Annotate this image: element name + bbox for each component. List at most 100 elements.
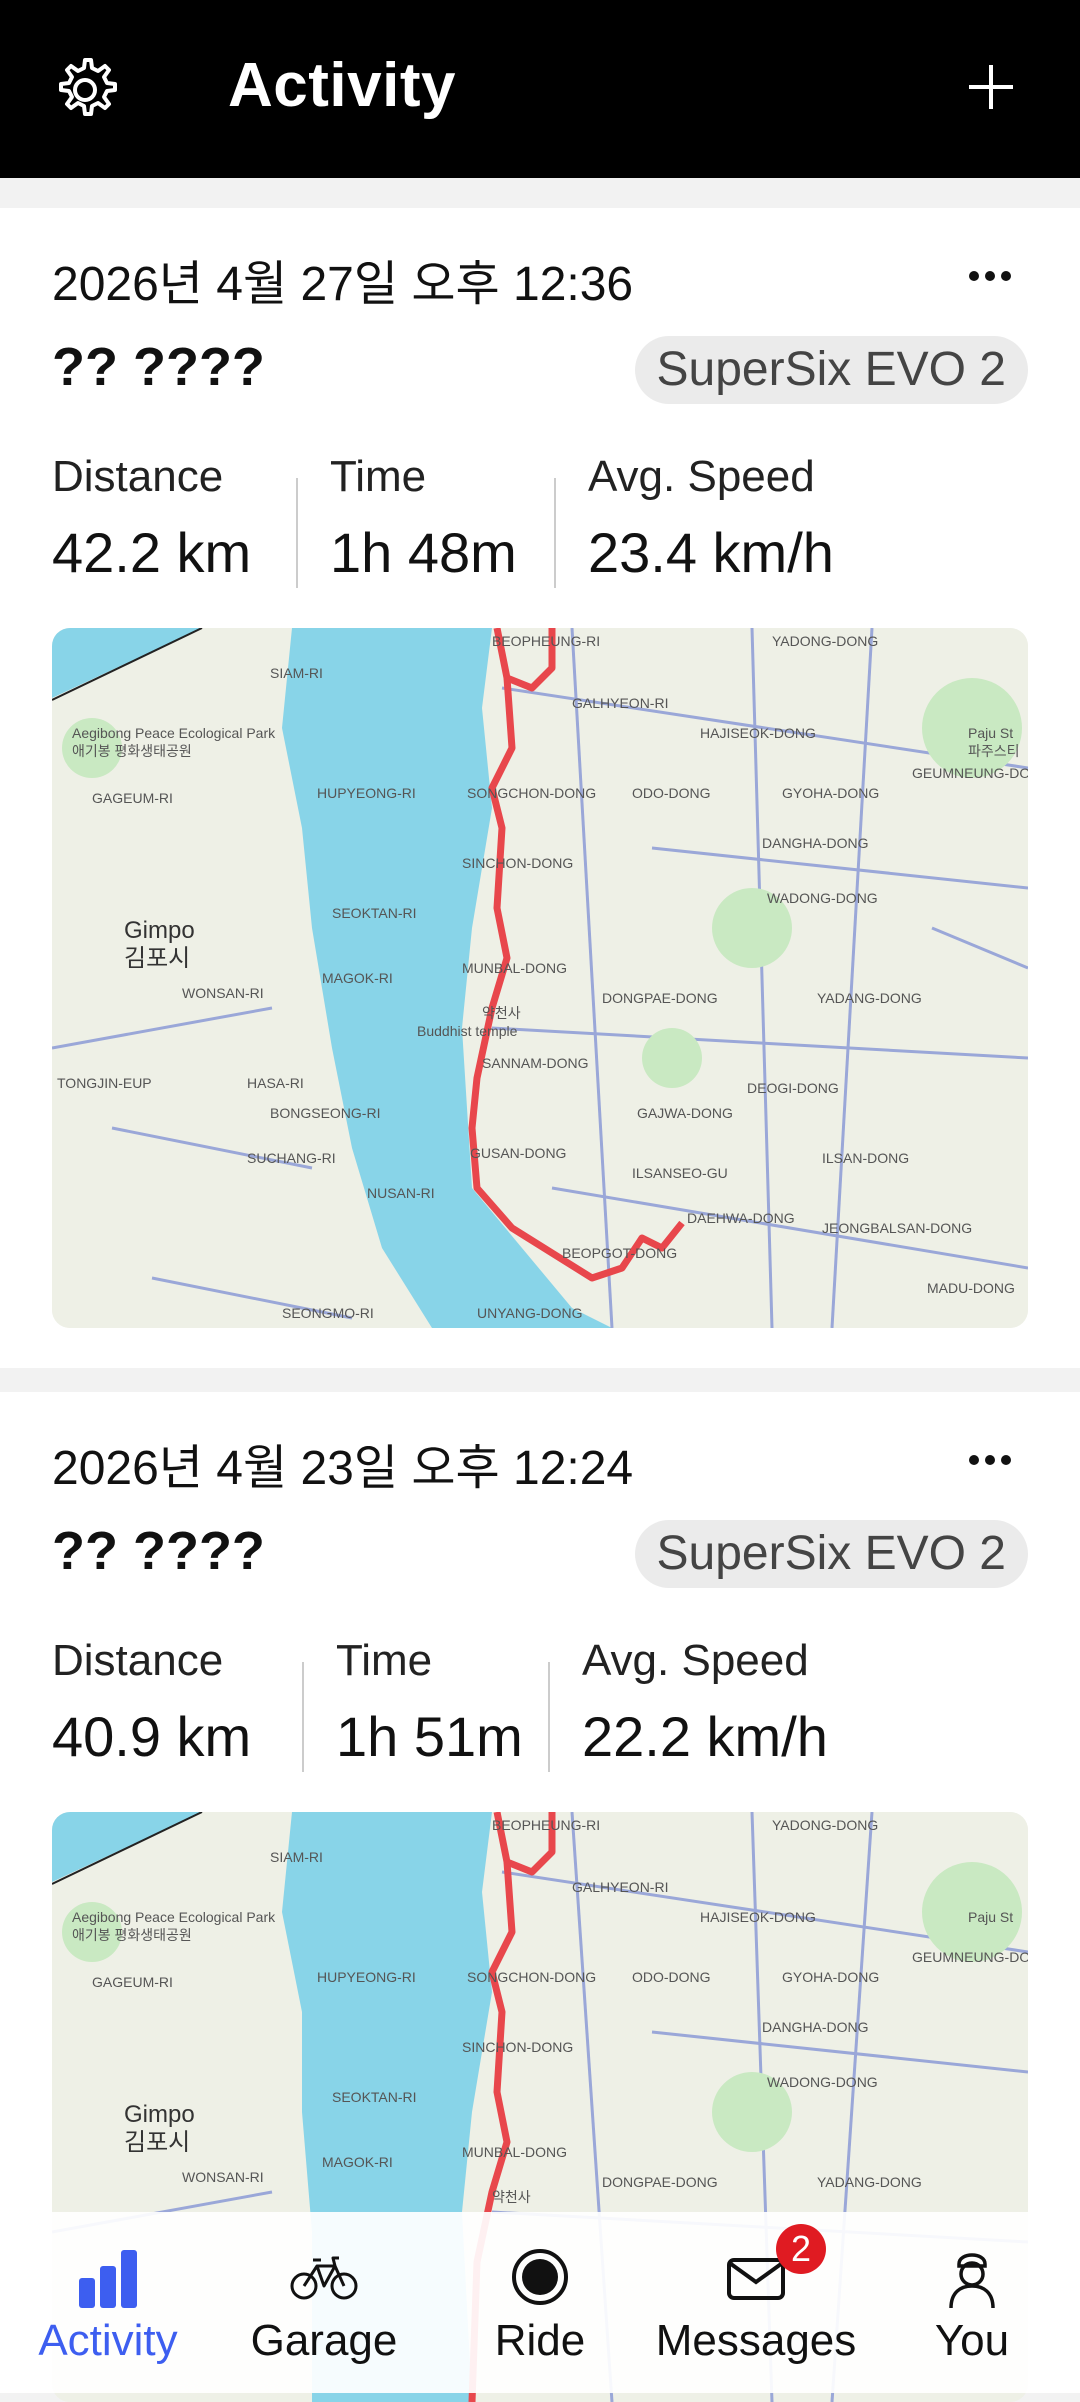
tab-activity[interactable]: Activity [0, 2212, 216, 2393]
tab-ride[interactable]: Ride [432, 2212, 648, 2393]
distance-stat: Distance 42.2 km [52, 452, 251, 585]
stat-divider [302, 1662, 304, 1772]
activity-date: 2026년 4월 23일 오후 12:24 [52, 1442, 634, 1495]
stat-divider [548, 1662, 550, 1772]
more-options-icon[interactable] [968, 270, 1012, 282]
stat-label: Distance [52, 1636, 224, 1685]
map-label-gyoha: GYOHA-DONG [782, 1969, 879, 1985]
stat-value: 23.4 km/h [588, 521, 834, 584]
avg-speed-stat: Avg. Speed 22.2 km/h [582, 1636, 828, 1769]
map-label-tongjin: TONGJIN-EUP [57, 1075, 152, 1091]
map-label-yadong: YADONG-DONG [772, 1817, 878, 1833]
map-label-geumneung: GEUMNEUNG-DONG [912, 1949, 1028, 1965]
route-map[interactable]: Aegibong Peace Ecological Park 애기봉 평화생태공… [52, 628, 1028, 1328]
map-label-magok: MAGOK-RI [322, 970, 393, 986]
map-label-paju: Paju St [968, 725, 1013, 741]
map-label-gimpo: Gimpo [124, 917, 195, 944]
map-label-nusan: NUSAN-RI [367, 1185, 435, 1201]
map-label-odo: ODO-DONG [632, 785, 711, 801]
tab-you[interactable]: You [864, 2212, 1080, 2393]
map-label-seoktan: SEOKTAN-RI [332, 2089, 417, 2105]
map-label-wonsan: WONSAN-RI [182, 2169, 264, 2185]
bicycle-icon [290, 2256, 358, 2300]
map-label-gajwa: GAJWA-DONG [637, 1105, 733, 1121]
map-label-seoktan: SEOKTAN-RI [332, 905, 417, 921]
map-label-yadang: YADANG-DONG [817, 2174, 922, 2190]
more-options-icon[interactable] [968, 1454, 1012, 1466]
activity-title: ?? ???? [52, 1521, 265, 1581]
stat-label: Distance [52, 452, 224, 501]
map-label-aegibong: Aegibong Peace Ecological Park [72, 725, 276, 741]
stat-label: Avg. Speed [588, 452, 815, 501]
stat-label: Avg. Speed [582, 1636, 809, 1685]
map-label-wonsan: WONSAN-RI [182, 985, 264, 1001]
map-label-hupyeong: HUPYEONG-RI [317, 1969, 416, 1985]
map-label-siam: SIAM-RI [270, 665, 323, 681]
map-label-dongpae: DONGPAE-DONG [602, 2174, 718, 2190]
map-label-hajiseok: HAJISEOK-DONG [700, 725, 816, 741]
map-label-songchon: SONGCHON-DONG [467, 785, 596, 801]
stat-value: 22.2 km/h [582, 1705, 828, 1768]
map-label-munbal: MUNBAL-DONG [462, 2144, 567, 2160]
tab-label: Messages [655, 2316, 857, 2365]
map-label-jeongbalsan: JEONGBALSAN-DONG [822, 1220, 972, 1236]
add-icon[interactable] [966, 62, 1016, 112]
map-label-munbal: MUNBAL-DONG [462, 960, 567, 976]
map-label-suchang: SUCHANG-RI [247, 1150, 336, 1166]
map-label-bongseong: BONGSEONG-RI [270, 1105, 380, 1121]
gear-icon[interactable] [52, 54, 124, 126]
map-label-deogi: DEOGI-DONG [747, 1080, 839, 1096]
map-label-odo: ODO-DONG [632, 1969, 711, 1985]
messages-notification-badge: 2 [776, 2224, 826, 2274]
map-label-dangha: DANGHA-DONG [762, 835, 869, 851]
tab-garage[interactable]: Garage [216, 2212, 432, 2393]
map-label-ilsan: ILSAN-DONG [822, 1150, 909, 1166]
map-label-dongpae: DONGPAE-DONG [602, 990, 718, 1006]
map-label-wadong: WADONG-DONG [767, 890, 878, 906]
activity-card[interactable]: 2026년 4월 27일 오후 12:36 ?? ???? SuperSix E… [0, 208, 1080, 1368]
person-icon [949, 2253, 995, 2309]
map-label-yadong: YADONG-DONG [772, 633, 878, 649]
map-label-unyang: UNYANG-DONG [477, 1305, 583, 1321]
record-icon [512, 2249, 568, 2305]
stat-label: Time [330, 452, 427, 501]
map-label-beopheung: BEOPHEUNG-RI [492, 1817, 600, 1833]
tab-messages[interactable]: Messages [648, 2212, 864, 2393]
map-label-gimpo-ko: 김포시 [124, 2129, 190, 2156]
avg-speed-stat: Avg. Speed 23.4 km/h [588, 452, 834, 585]
stat-value: 40.9 km [52, 1705, 252, 1768]
map-label-galhyeon: GALHYEON-RI [572, 695, 668, 711]
activity-title: ?? ???? [52, 337, 265, 397]
map-label-daehwa: DAEHWA-DONG [687, 1210, 795, 1226]
page-title: Activity [228, 51, 456, 120]
map-label-seongmo: SEONGMO-RI [282, 1305, 374, 1321]
stat-value: 42.2 km [52, 521, 252, 584]
map-label-paju-ko: 파주스티 [968, 743, 1020, 759]
map-label-aegibong: Aegibong Peace Ecological Park [72, 1909, 276, 1925]
stat-value: 1h 48m [330, 521, 517, 584]
bottom-tab-bar: Activity Garage Ride Messages You [0, 2212, 1080, 2393]
activity-date: 2026년 4월 27일 오후 12:36 [52, 258, 634, 311]
map-label-temple: 약천사 [492, 2189, 531, 2205]
map-label-ilsanseo: ILSANSEO-GU [632, 1165, 728, 1181]
map-label-aegibong-ko: 애기봉 평화생태공원 [72, 743, 192, 759]
bike-badge: SuperSix EVO 2 [634, 1520, 1028, 1588]
map-label-sinchon: SINCHON-DONG [462, 855, 573, 871]
map-label-temple-en: Buddhist temple [417, 1023, 518, 1039]
map-label-sinchon: SINCHON-DONG [462, 2039, 573, 2055]
map-label-hajiseok: HAJISEOK-DONG [700, 1909, 816, 1925]
map-label-madu: MADU-DONG [927, 1280, 1015, 1296]
map-label-gimpo: Gimpo [124, 2101, 195, 2128]
stat-divider [554, 478, 556, 588]
map-label-temple: 약천사 [482, 1005, 521, 1021]
map-label-dangha: DANGHA-DONG [762, 2019, 869, 2035]
map-label-hasa: HASA-RI [247, 1075, 304, 1091]
tab-label: You [934, 2316, 1010, 2365]
map-label-beopgot: BEOPGOT-DONG [562, 1245, 677, 1261]
map-label-siam: SIAM-RI [270, 1849, 323, 1865]
map-label-wadong: WADONG-DONG [767, 2074, 878, 2090]
map-label-galhyeon: GALHYEON-RI [572, 1879, 668, 1895]
map-label-paju: Paju St [968, 1909, 1013, 1925]
map-label-aegibong-ko: 애기봉 평화생태공원 [72, 1927, 192, 1943]
map-label-gusan: GUSAN-DONG [470, 1145, 566, 1161]
